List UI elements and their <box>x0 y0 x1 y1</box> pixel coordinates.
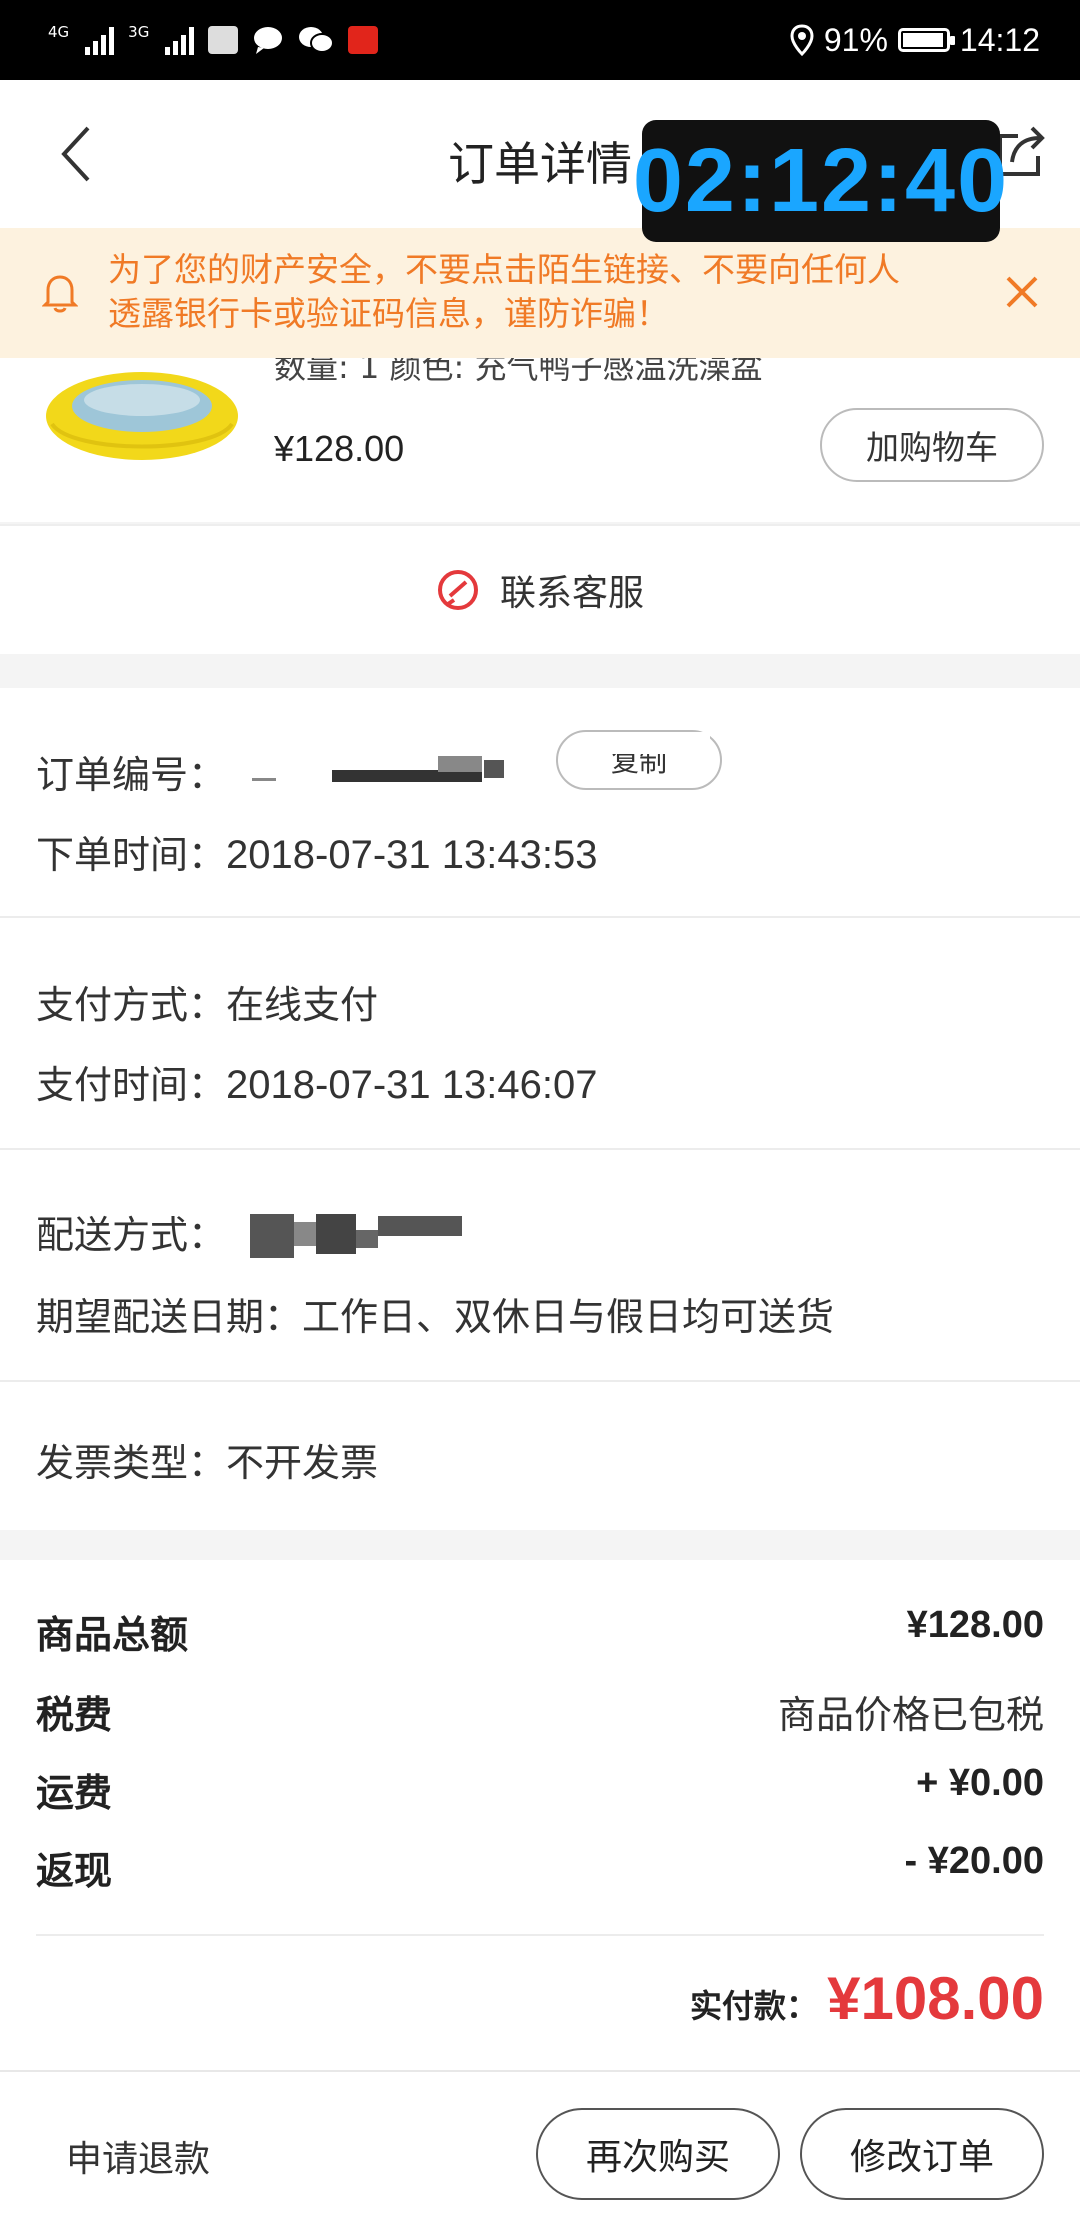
app-badge-icon <box>348 26 379 54</box>
redacted-order-number-4 <box>484 760 504 778</box>
divider <box>36 1934 1044 1936</box>
subtotal-value: ¥128.00 <box>906 1604 1044 1646</box>
contact-service-label: 联系客服 <box>499 573 644 614</box>
pay-time-value: 2018-07-31 13:46:07 <box>226 1063 598 1107</box>
bell-icon <box>42 275 78 313</box>
location-icon <box>790 24 814 56</box>
cashback-label: 返现 <box>36 1849 113 1893</box>
tax-value: 商品价格已包税 <box>777 1693 1044 1737</box>
app-notification-icon <box>208 26 239 54</box>
timer-overlay: 02:12:40 <box>633 120 1007 242</box>
status-right: 91% 14:12 <box>790 22 1040 59</box>
paid-amount: ¥108.00 <box>827 1965 1044 2032</box>
invoice-row: 发票类型：不开发票 <box>36 1441 379 1485</box>
pay-time-row: 支付时间：2018-07-31 13:46:07 <box>36 1063 598 1107</box>
delivery-label: 配送方式： <box>36 1213 227 1257</box>
invoice-value: 不开发票 <box>226 1441 379 1485</box>
clock: 14:12 <box>959 21 1040 58</box>
customer-service-icon <box>437 570 478 610</box>
network-type-1: 4G <box>48 23 70 41</box>
add-to-cart-button[interactable]: 加购物车 <box>820 408 1044 482</box>
tax-label: 税费 <box>36 1693 113 1737</box>
wechat-icon <box>299 27 335 53</box>
order-time-label: 下单时间：2018-07-31 13:43:53 <box>36 833 598 877</box>
redacted-delivery-method-3 <box>316 1214 356 1254</box>
battery-icon <box>897 28 955 52</box>
warning-line-2: 透露银行卡或验证码信息，谨防诈骗！ <box>108 294 669 333</box>
status-bar: 4G 3G 91% 14:12 <box>0 0 1080 80</box>
warning-line-1: 为了您的财产安全，不要点击陌生链接、不要向任何人 <box>108 250 900 289</box>
bottom-action-bar: 申请退款 再次购买 修改订单 <box>0 2070 1080 2236</box>
redaction-blur <box>590 732 710 754</box>
battery-percent: 91% <box>823 21 888 58</box>
request-refund-link[interactable]: 申请退款 <box>66 2130 210 2182</box>
signal-icon-2 <box>165 25 195 55</box>
order-no-label: 订单编号： <box>36 753 227 797</box>
order-id-section <box>0 688 1080 918</box>
cashback-value: - ¥20.00 <box>904 1840 1044 1882</box>
redacted-delivery-method-2 <box>294 1222 316 1246</box>
signal-icon <box>85 25 115 55</box>
expected-date-row: 期望配送日期：工作日、双休日与假日均可送货 <box>36 1295 835 1339</box>
product-price: ¥128.00 <box>274 428 405 469</box>
contact-service-button[interactable]: 联系客服 <box>0 524 1080 654</box>
product-image[interactable] <box>42 354 242 464</box>
modify-order-button[interactable]: 修改订单 <box>800 2108 1044 2200</box>
order-time-value: 2018-07-31 13:43:53 <box>226 833 598 877</box>
fraud-warning-banner: 为了您的财产安全，不要点击陌生链接、不要向任何人 透露银行卡或验证码信息，谨防诈… <box>0 228 1080 358</box>
expected-date-value: 工作日、双休日与假日均可送货 <box>302 1295 835 1339</box>
network-type-2: 3G <box>128 23 150 41</box>
redacted-delivery-method-5 <box>378 1216 462 1236</box>
shipping-value: + ¥0.00 <box>916 1762 1044 1804</box>
message-icon <box>254 27 283 54</box>
paid-label: 实付款： <box>689 1987 818 2025</box>
redacted-delivery-method-4 <box>356 1230 378 1248</box>
close-icon[interactable] <box>1002 272 1042 312</box>
status-left: 4G 3G <box>48 23 379 55</box>
redacted-delivery-method <box>250 1214 294 1258</box>
redacted-order-number <box>252 778 276 781</box>
pay-method-value: 在线支付 <box>226 983 379 1027</box>
redacted-order-number-3 <box>438 756 482 772</box>
delivery-section <box>0 1150 1080 1380</box>
subtotal-label: 商品总额 <box>36 1613 189 1657</box>
pay-method-row: 支付方式：在线支付 <box>36 983 379 1027</box>
shipping-label: 运费 <box>36 1771 113 1815</box>
buy-again-button[interactable]: 再次购买 <box>536 2108 780 2200</box>
payment-section <box>0 918 1080 1148</box>
